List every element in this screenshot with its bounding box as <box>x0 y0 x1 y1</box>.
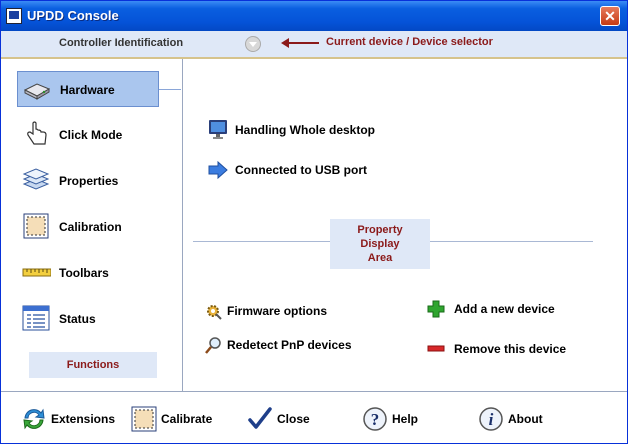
property-area-line: Display <box>360 238 400 250</box>
arrow-right-icon <box>208 160 228 180</box>
sidebar-item-label: Click Mode <box>59 128 123 142</box>
sidebar-item-label: Properties <box>59 174 119 188</box>
svg-text:i: i <box>489 410 494 429</box>
property-area-line: Area <box>367 252 393 264</box>
info-icon: i <box>479 407 503 431</box>
status-list-icon <box>22 305 50 331</box>
controller-bar: Controller Identification Current device… <box>1 31 627 59</box>
sidebar-item-label: Calibration <box>59 220 122 234</box>
main-panel: Handling Whole desktop Connected to USB … <box>183 59 627 391</box>
svg-text:?: ? <box>371 410 380 429</box>
add-device-label: Add a new device <box>454 302 555 316</box>
ruler-icon <box>22 268 51 277</box>
sidebar-item-label: Hardware <box>60 83 115 97</box>
help-label: Help <box>392 412 419 426</box>
remove-device-label: Remove this device <box>454 342 567 356</box>
hardware-icon <box>23 83 51 100</box>
about-label: About <box>508 412 543 426</box>
checkmark-icon <box>248 407 272 429</box>
desktop-info-label: Handling Whole desktop <box>235 123 375 137</box>
pointing-hand-icon <box>27 121 47 145</box>
annotation-arrow-line <box>283 42 319 44</box>
plus-icon <box>427 300 445 318</box>
calibration-icon <box>23 213 49 239</box>
calibrate-label: Calibrate <box>161 412 213 426</box>
updd-console-window: UPDD Console ✕ Controller Identification… <box>0 0 628 444</box>
sidebar-item-hardware[interactable]: Hardware <box>17 71 159 107</box>
controller-identification-label: Controller Identification <box>59 37 184 49</box>
app-icon <box>6 8 22 24</box>
gear-wrench-icon <box>207 305 222 320</box>
port-info-label: Connected to USB port <box>235 163 367 177</box>
minus-icon <box>427 345 445 352</box>
selection-connector <box>159 89 181 90</box>
sidebar-item-label: Toolbars <box>59 266 109 280</box>
sidebar-item-status[interactable]: Status <box>17 301 159 337</box>
magnifier-icon <box>205 337 221 354</box>
sidebar-item-click-mode[interactable]: Click Mode <box>17 117 159 153</box>
help-icon: ? <box>363 407 387 431</box>
sidebar: Hardware Click Mode Properties Calibrati… <box>1 59 183 391</box>
functions-label: Functions <box>29 352 157 378</box>
property-area-line: Property <box>357 224 403 236</box>
device-selector-annotation: Current device / Device selector <box>326 36 493 48</box>
property-display-area: Property Display Area <box>330 219 430 269</box>
monitor-icon <box>209 120 227 139</box>
extensions-label: Extensions <box>51 412 116 426</box>
sidebar-item-toolbars[interactable]: Toolbars <box>17 255 159 291</box>
device-selector-dropdown[interactable] <box>245 36 261 52</box>
refresh-arrows-icon <box>23 408 45 430</box>
redetect-pnp-label: Redetect PnP devices <box>227 338 352 352</box>
calibrate-icon <box>131 406 157 432</box>
close-window-button[interactable]: ✕ <box>600 6 620 26</box>
bottom-toolbar: Extensions Calibrate Close ? Help i Abou… <box>1 391 627 443</box>
title-bar[interactable]: UPDD Console ✕ <box>1 1 627 31</box>
sidebar-item-properties[interactable]: Properties <box>17 163 159 199</box>
close-label: Close <box>277 412 310 426</box>
window-title: UPDD Console <box>27 8 119 23</box>
sidebar-item-calibration[interactable]: Calibration <box>17 209 159 245</box>
firmware-options-label: Firmware options <box>227 304 328 318</box>
properties-layers-icon <box>22 168 50 190</box>
sidebar-item-label: Status <box>59 312 96 326</box>
